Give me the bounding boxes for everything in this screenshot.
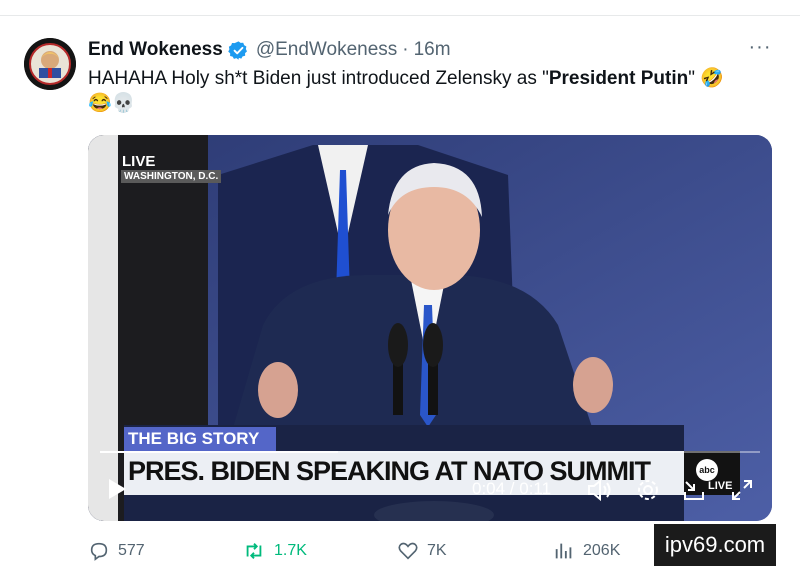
tweet-text-bold: President Putin [548, 68, 689, 89]
avatar-image [24, 38, 76, 90]
repost-icon [246, 543, 262, 559]
emoji-rofl: 🤣 [700, 68, 724, 89]
timestamp[interactable]: 16m [414, 39, 451, 61]
verified-badge-icon[interactable] [228, 40, 249, 61]
views-button[interactable]: 206K [553, 538, 620, 564]
repost-button[interactable]: 1.7K [242, 538, 307, 564]
more-options-icon[interactable]: ··· [746, 36, 774, 64]
like-count: 7K [427, 542, 447, 559]
tweet-text-prefix: HAHAHA Holy sh*t Biden just introduced Z… [88, 68, 549, 89]
video-player[interactable]: LIVE WASHINGTON, D.C. THE BIG STORY PRES… [88, 135, 772, 521]
reply-button[interactable]: 577 [88, 538, 145, 564]
repost-count: 1.7K [274, 542, 307, 559]
video-time: 0:04 / 0:11 [472, 479, 552, 498]
tweet-text: HAHAHA Holy sh*t Biden just introduced Z… [88, 66, 778, 116]
volume-icon[interactable] [587, 478, 613, 502]
heart-icon [398, 542, 418, 560]
emoji-laugh-skull: 😂💀 [88, 93, 136, 114]
like-button[interactable]: 7K [397, 538, 447, 564]
progress-track[interactable] [100, 451, 760, 453]
view-count: 206K [583, 542, 621, 559]
handle[interactable]: @EndWokeness [256, 39, 397, 61]
progress-fill [100, 451, 338, 453]
reply-count: 577 [118, 542, 145, 559]
tweet-text-suffix: " [688, 68, 695, 89]
live-badge: LIVE [122, 153, 156, 170]
top-divider [0, 15, 800, 16]
tweet-header: End Wokeness @EndWokeness · 16m [88, 38, 451, 62]
settings-icon[interactable] [636, 478, 660, 502]
play-icon[interactable] [106, 477, 128, 501]
display-name[interactable]: End Wokeness [88, 39, 223, 61]
avatar[interactable] [24, 38, 76, 90]
picture-in-picture-icon[interactable] [682, 478, 706, 502]
separator-dot: · [402, 39, 409, 60]
analytics-icon [555, 543, 572, 559]
banner-top: THE BIG STORY [128, 429, 260, 448]
reply-icon [90, 542, 108, 561]
location-label: WASHINGTON, D.C. [121, 170, 222, 183]
fullscreen-icon[interactable] [730, 478, 754, 502]
network-live: LIVE [708, 480, 733, 492]
watermark: ipv69.com [654, 524, 776, 566]
